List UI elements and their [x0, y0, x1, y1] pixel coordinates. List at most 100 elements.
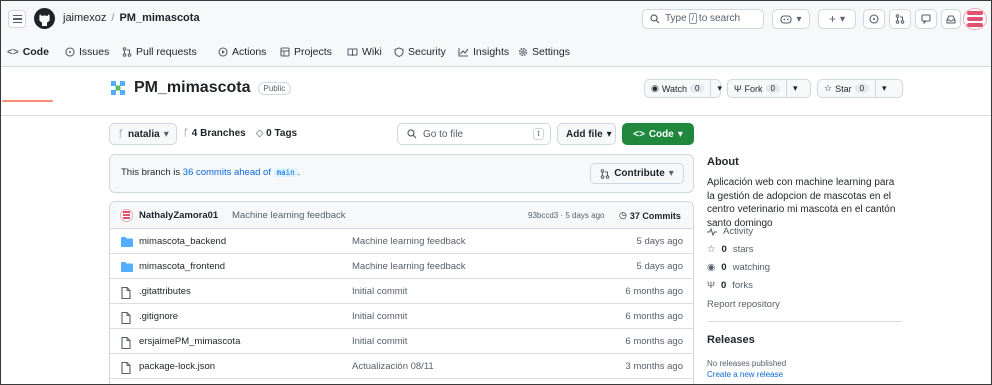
tab-label: Settings: [532, 46, 570, 58]
branch-selector[interactable]: ᚴ natalia ▾: [109, 123, 177, 145]
activity-link[interactable]: Activity: [707, 226, 753, 237]
star-button[interactable]: ☆ Star 0 ▾: [817, 79, 903, 98]
add-file-button[interactable]: Add file ▾: [557, 123, 616, 145]
global-search[interactable]: Type / to search: [642, 9, 764, 29]
go-to-file-input[interactable]: Go to file t: [397, 123, 551, 145]
file-row[interactable]: mimascota_backend Machine learning feedb…: [110, 230, 693, 254]
search-placeholder-post: to search: [698, 13, 741, 24]
file-row[interactable]: .gitignore Initial commit 6 months ago: [110, 305, 693, 329]
watching-link[interactable]: ◉ 0 watching: [707, 262, 770, 273]
watch-count: 0: [690, 84, 705, 93]
create-release-link[interactable]: Create a new release: [707, 370, 783, 379]
file-name[interactable]: ersjaimePM_mimascota: [139, 336, 240, 347]
file-row[interactable]: ersjaimePM_mimascota Initial commit 6 mo…: [110, 330, 693, 354]
file-row[interactable]: package-lock.json Actualización 08/11 3 …: [110, 355, 693, 379]
chevron-down-icon: ▾: [606, 128, 612, 140]
file-name[interactable]: .gitignore: [139, 311, 178, 322]
base-branch[interactable]: main: [273, 168, 298, 177]
repo-name[interactable]: PM_mimascota: [134, 79, 251, 97]
chevron-down-icon[interactable]: ▾: [875, 80, 893, 97]
stars-label: stars: [732, 244, 754, 255]
header-top-bar: jaimexoz / PM_mimascota Type / to search ▾ +…: [1, 1, 991, 37]
file-commit-message[interactable]: Initial commit: [352, 311, 407, 322]
plus-icon: +: [828, 12, 836, 26]
about-title: About: [707, 156, 739, 168]
file-name[interactable]: .gitattributes: [139, 286, 191, 297]
status-pre: This branch is: [121, 167, 181, 178]
tab-label: Security: [408, 46, 446, 58]
create-new-button[interactable]: + ▾: [818, 9, 856, 29]
pull-request-icon: [122, 47, 132, 57]
commits-link[interactable]: ◷ 37 Commits: [619, 210, 681, 221]
tab-code[interactable]: <> Code: [7, 44, 49, 60]
breadcrumb: jaimexoz / PM_mimascota: [63, 12, 200, 24]
owner-link[interactable]: jaimexoz: [63, 12, 106, 24]
pull-request-icon: [895, 14, 905, 24]
report-repository-link[interactable]: Report repository: [707, 299, 780, 310]
tab-wiki[interactable]: Wiki: [347, 44, 382, 60]
eye-icon: ◉: [651, 83, 659, 93]
file-commit-message[interactable]: Machine learning feedback: [352, 236, 466, 247]
no-releases-label: No releases published: [707, 359, 787, 368]
tab-pull-requests[interactable]: Pull requests: [122, 44, 197, 60]
stars-link[interactable]: ☆ 0 stars: [707, 244, 753, 255]
file-commit-message[interactable]: Initial commit: [352, 336, 407, 347]
code-button[interactable]: <> Code ▾: [622, 123, 694, 145]
tab-insights[interactable]: Insights: [458, 44, 509, 60]
code-icon: <>: [633, 128, 645, 140]
file-row[interactable]: .gitattributes Initial commit 6 months a…: [110, 280, 693, 304]
repo-link[interactable]: PM_mimascota: [119, 12, 199, 24]
chevron-down-icon: ▾: [796, 13, 802, 25]
watch-button[interactable]: ◉ Watch 0 ▾: [644, 79, 722, 98]
chevron-down-icon[interactable]: ▾: [710, 80, 728, 97]
releases-title[interactable]: Releases: [707, 334, 755, 346]
file-name[interactable]: package-lock.json: [139, 361, 215, 372]
fork-label: Fork: [744, 83, 763, 94]
tab-projects[interactable]: Projects: [280, 44, 332, 60]
tab-actions[interactable]: Actions: [218, 44, 266, 60]
copilot-button[interactable]: ▾: [772, 9, 810, 29]
file-name[interactable]: mimascota_backend: [139, 236, 226, 247]
code-icon: <>: [7, 46, 19, 58]
github-logo-icon[interactable]: [34, 8, 55, 29]
inbox-button[interactable]: [941, 9, 961, 29]
file-commit-message[interactable]: Actualización 08/11: [352, 361, 434, 372]
divider: [707, 321, 902, 322]
repo-tabs: <> Code Issues Pull requests Actions Proj…: [1, 37, 991, 102]
issues-button[interactable]: [863, 9, 885, 29]
star-label: Star: [835, 83, 852, 94]
gear-icon: [518, 47, 528, 57]
menu-icon[interactable]: [8, 10, 26, 28]
pull-requests-button[interactable]: [889, 9, 911, 29]
tab-settings[interactable]: Settings: [518, 44, 570, 60]
user-avatar[interactable]: [963, 8, 987, 30]
forks-count: 0: [720, 280, 727, 291]
fork-button[interactable]: Ψ Fork 0 ▾: [727, 79, 811, 98]
file-commit-message[interactable]: Initial commit: [352, 286, 407, 297]
tab-security[interactable]: Security: [394, 44, 446, 60]
file-name[interactable]: mimascota_frontend: [139, 261, 225, 272]
file-commit-message[interactable]: Machine learning feedback: [352, 261, 466, 272]
chevron-down-icon: ▾: [839, 13, 846, 25]
fork-count: 0: [765, 84, 780, 93]
commit-hash[interactable]: 93bccd3 · 5 days ago: [528, 211, 605, 220]
tab-label: Code: [22, 46, 49, 58]
tab-label: Pull requests: [136, 46, 197, 58]
tags-link[interactable]: ◇ 0 Tags: [256, 128, 297, 139]
commit-message[interactable]: Machine learning feedback: [232, 210, 346, 221]
go-to-file-placeholder: Go to file: [423, 129, 464, 140]
contribute-button[interactable]: Contribute ▾: [590, 163, 684, 184]
tab-issues[interactable]: Issues: [65, 44, 109, 60]
file-row[interactable]: mimascota_frontend Machine learning feed…: [110, 255, 693, 279]
chevron-down-icon[interactable]: ▾: [785, 80, 804, 97]
table-icon: [280, 47, 290, 57]
discussions-button[interactable]: [915, 9, 937, 29]
branches-link[interactable]: ᚴ 4 Branches: [183, 128, 246, 139]
about-sidebar: About Aplicación web con machine learnin…: [707, 156, 902, 379]
forks-link[interactable]: Ψ 0 forks: [707, 280, 753, 291]
commit-author[interactable]: NathalyZamora01: [139, 210, 218, 221]
author-avatar[interactable]: [120, 209, 133, 222]
commits-ahead-link[interactable]: 36 commits ahead of: [183, 167, 271, 178]
branches-count: 4 Branches: [191, 128, 246, 139]
tab-label: Insights: [473, 46, 510, 58]
